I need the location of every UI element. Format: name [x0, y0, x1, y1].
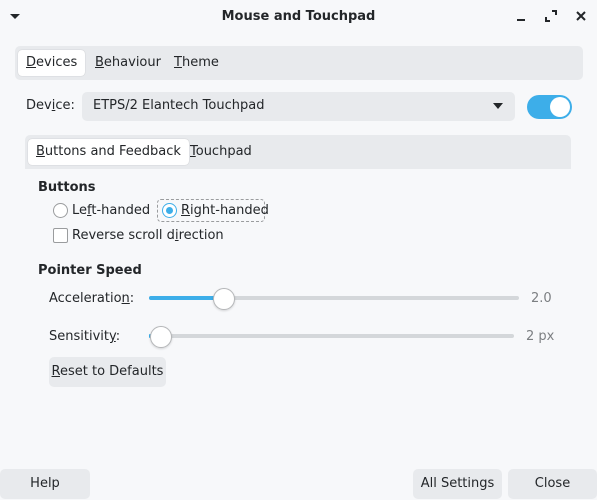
pointer-speed-section-title: Pointer Speed — [38, 263, 142, 278]
left-handed-radio[interactable] — [53, 203, 68, 218]
tab-buttons-and-feedback[interactable]: Buttons and Feedback — [28, 139, 189, 165]
reverse-scroll-label[interactable]: Reverse scroll direction — [72, 228, 224, 243]
title-bar: Mouse and Touchpad — [0, 0, 597, 33]
tab-devices[interactable]: Devices — [18, 50, 86, 76]
dropdown-arrow-icon — [493, 103, 503, 109]
maximize-icon[interactable] — [544, 9, 558, 23]
device-enable-toggle[interactable] — [527, 95, 572, 119]
reverse-scroll-checkbox[interactable] — [53, 228, 68, 243]
all-settings-button[interactable]: All Settings — [413, 469, 502, 499]
sensitivity-slider-handle[interactable] — [150, 326, 172, 348]
acceleration-slider-handle[interactable] — [213, 288, 235, 310]
close-icon[interactable] — [574, 9, 588, 23]
minimize-icon[interactable] — [514, 9, 528, 23]
acceleration-slider[interactable] — [149, 296, 519, 300]
tab-touchpad[interactable]: Touchpad — [182, 139, 260, 165]
device-label: Device: — [26, 98, 75, 113]
sensitivity-slider[interactable] — [149, 334, 514, 338]
right-handed-label[interactable]: Right-handed — [181, 203, 269, 218]
right-handed-radio[interactable] — [162, 203, 177, 218]
acceleration-slider-fill — [149, 296, 223, 300]
close-button[interactable]: Close — [508, 469, 597, 499]
device-dropdown[interactable]: ETPS/2 Elantech Touchpad — [82, 92, 515, 121]
window-title: Mouse and Touchpad — [221, 9, 376, 24]
sub-tab-bar: Buttons and Feedback Touchpad — [25, 135, 571, 169]
acceleration-value: 2.0 — [531, 291, 552, 306]
buttons-section-title: Buttons — [38, 180, 96, 195]
acceleration-label: Acceleration: — [49, 291, 135, 306]
tab-theme[interactable]: Theme — [166, 50, 227, 76]
toggle-knob — [550, 97, 570, 117]
window-menu-icon[interactable] — [8, 9, 22, 23]
reset-to-defaults-button[interactable]: Reset to Defaults — [49, 357, 166, 387]
left-handed-label[interactable]: Left-handed — [72, 203, 150, 218]
sensitivity-value: 2 px — [526, 329, 555, 344]
device-dropdown-value: ETPS/2 Elantech Touchpad — [93, 98, 265, 113]
help-button[interactable]: Help — [0, 469, 90, 499]
tab-behaviour[interactable]: Behaviour — [87, 50, 169, 76]
main-tab-bar: Devices Behaviour Theme — [15, 46, 583, 80]
sensitivity-label: Sensitivity: — [49, 329, 121, 344]
